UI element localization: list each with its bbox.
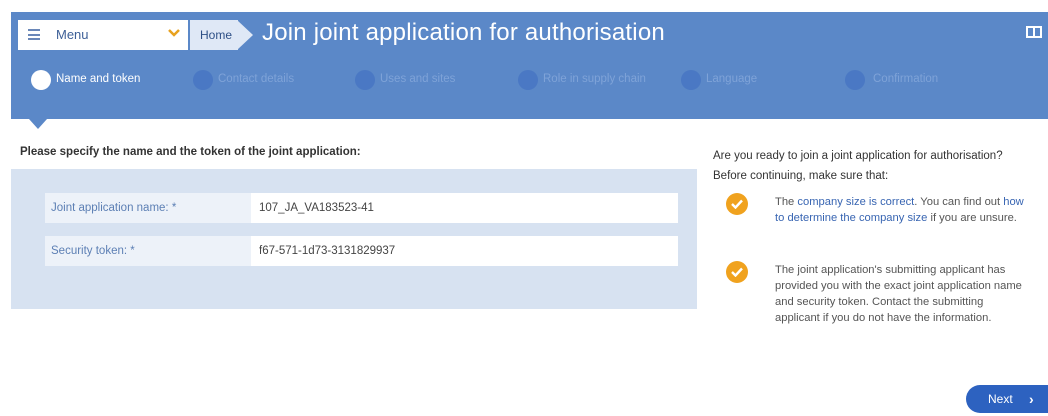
step-dot bbox=[193, 70, 213, 90]
joint-application-name-row: Joint application name: * bbox=[45, 193, 678, 223]
security-token-input[interactable] bbox=[255, 236, 678, 266]
page-title: Join joint application for authorisation bbox=[262, 19, 665, 46]
breadcrumb-home[interactable]: Home bbox=[190, 20, 238, 50]
info-question: Are you ready to join a joint applicatio… bbox=[713, 146, 1003, 186]
check-icon bbox=[726, 261, 748, 283]
next-button-label: Next bbox=[988, 392, 1013, 406]
step-label: Language bbox=[706, 73, 758, 85]
menu-dropdown[interactable]: Menu bbox=[18, 20, 188, 50]
step-dot bbox=[31, 70, 51, 90]
joint-application-name-input[interactable] bbox=[255, 193, 678, 223]
hamburger-icon bbox=[28, 29, 40, 40]
info-item1-text2: . You can find out bbox=[914, 196, 1004, 208]
info-item-company-size: The company size is correct. You can fin… bbox=[775, 194, 1030, 226]
check-icon bbox=[726, 193, 748, 215]
step-dot bbox=[845, 70, 865, 90]
page: Menu Home Join joint application for aut… bbox=[0, 0, 1048, 416]
info-item1-text1: The bbox=[775, 196, 798, 208]
step-label: Role in supply chain bbox=[543, 73, 646, 85]
menu-label: Menu bbox=[56, 27, 89, 42]
step-dot bbox=[681, 70, 701, 90]
step-dot bbox=[355, 70, 375, 90]
breadcrumb-arrow bbox=[237, 20, 253, 50]
security-token-label: Security token: * bbox=[45, 236, 251, 266]
form-instruction: Please specify the name and the token of… bbox=[20, 146, 361, 158]
info-item-submitting-applicant: The joint application's submitting appli… bbox=[775, 264, 1022, 324]
joint-application-name-label: Joint application name: * bbox=[45, 193, 251, 223]
chevron-down-icon bbox=[168, 25, 180, 41]
info-question-line2: Before continuing, make sure that: bbox=[713, 170, 889, 182]
company-size-link[interactable]: company size is correct bbox=[797, 196, 914, 208]
step-label: Contact details bbox=[218, 73, 295, 85]
info-item1-text3: if you are unsure. bbox=[927, 212, 1017, 224]
step-dot bbox=[518, 70, 538, 90]
chevron-right-icon: › bbox=[1029, 391, 1034, 407]
manual-icon[interactable] bbox=[1026, 26, 1042, 38]
active-step-pointer bbox=[29, 119, 47, 129]
security-token-row: Security token: * bbox=[45, 236, 678, 266]
form-panel: Joint application name: * Security token… bbox=[11, 169, 697, 309]
step-label: Name and token bbox=[56, 73, 141, 85]
step-label: Uses and sites bbox=[380, 73, 456, 85]
next-button[interactable]: Next › bbox=[966, 385, 1048, 413]
step-label: Confirmation bbox=[873, 73, 939, 85]
info-question-line1: Are you ready to join a joint applicatio… bbox=[713, 150, 1003, 162]
